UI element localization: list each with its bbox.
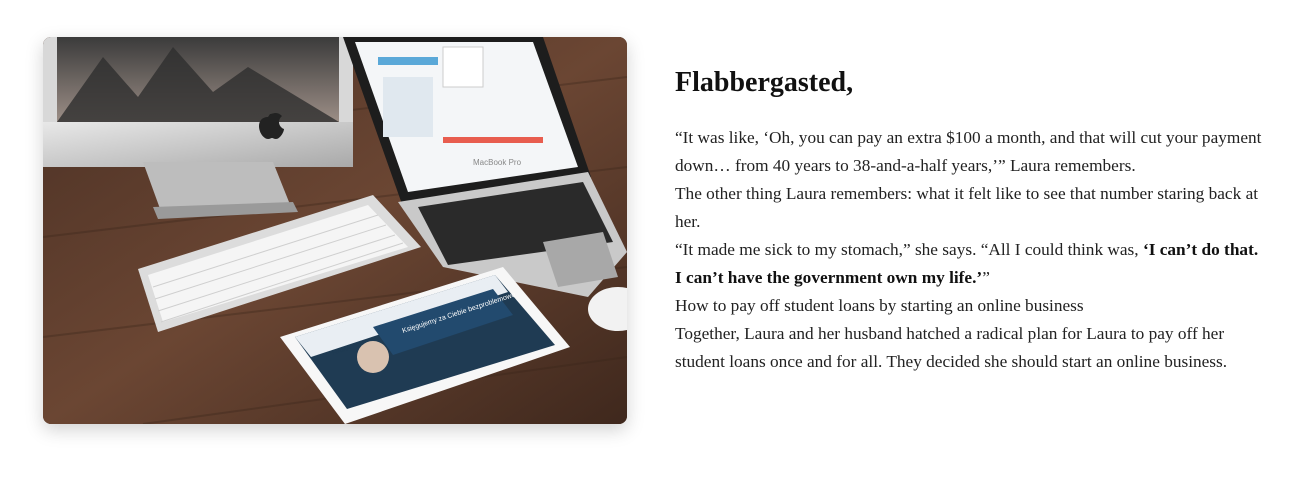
quote-text: “It made me sick to my stomach,” she say… <box>675 239 1143 259</box>
paragraph-plan: Together, Laura and her husband hatched … <box>675 323 1228 371</box>
laptop-brand-label: MacBook Pro <box>473 158 522 167</box>
hero-photo: MacBook Pro Księgujemy za Ciebie bezprob… <box>43 37 627 424</box>
paragraph-remembers: The other thing Laura remembers: what it… <box>675 183 1259 231</box>
desk-photo-illustration: MacBook Pro Księgujemy za Ciebie bezprob… <box>43 37 627 424</box>
paragraph-quote: “It was like, ‘Oh, you can pay an extra … <box>675 127 1262 175</box>
paragraph-subheading: How to pay off student loans by starting… <box>675 295 1084 315</box>
article-text: Flabbergasted, “It was like, ‘Oh, you ca… <box>675 66 1265 376</box>
section-heading: Flabbergasted, <box>675 67 854 98</box>
quote-close: ” <box>982 267 990 287</box>
paragraph-sick-quote: “It made me sick to my stomach,” she say… <box>675 236 1265 292</box>
